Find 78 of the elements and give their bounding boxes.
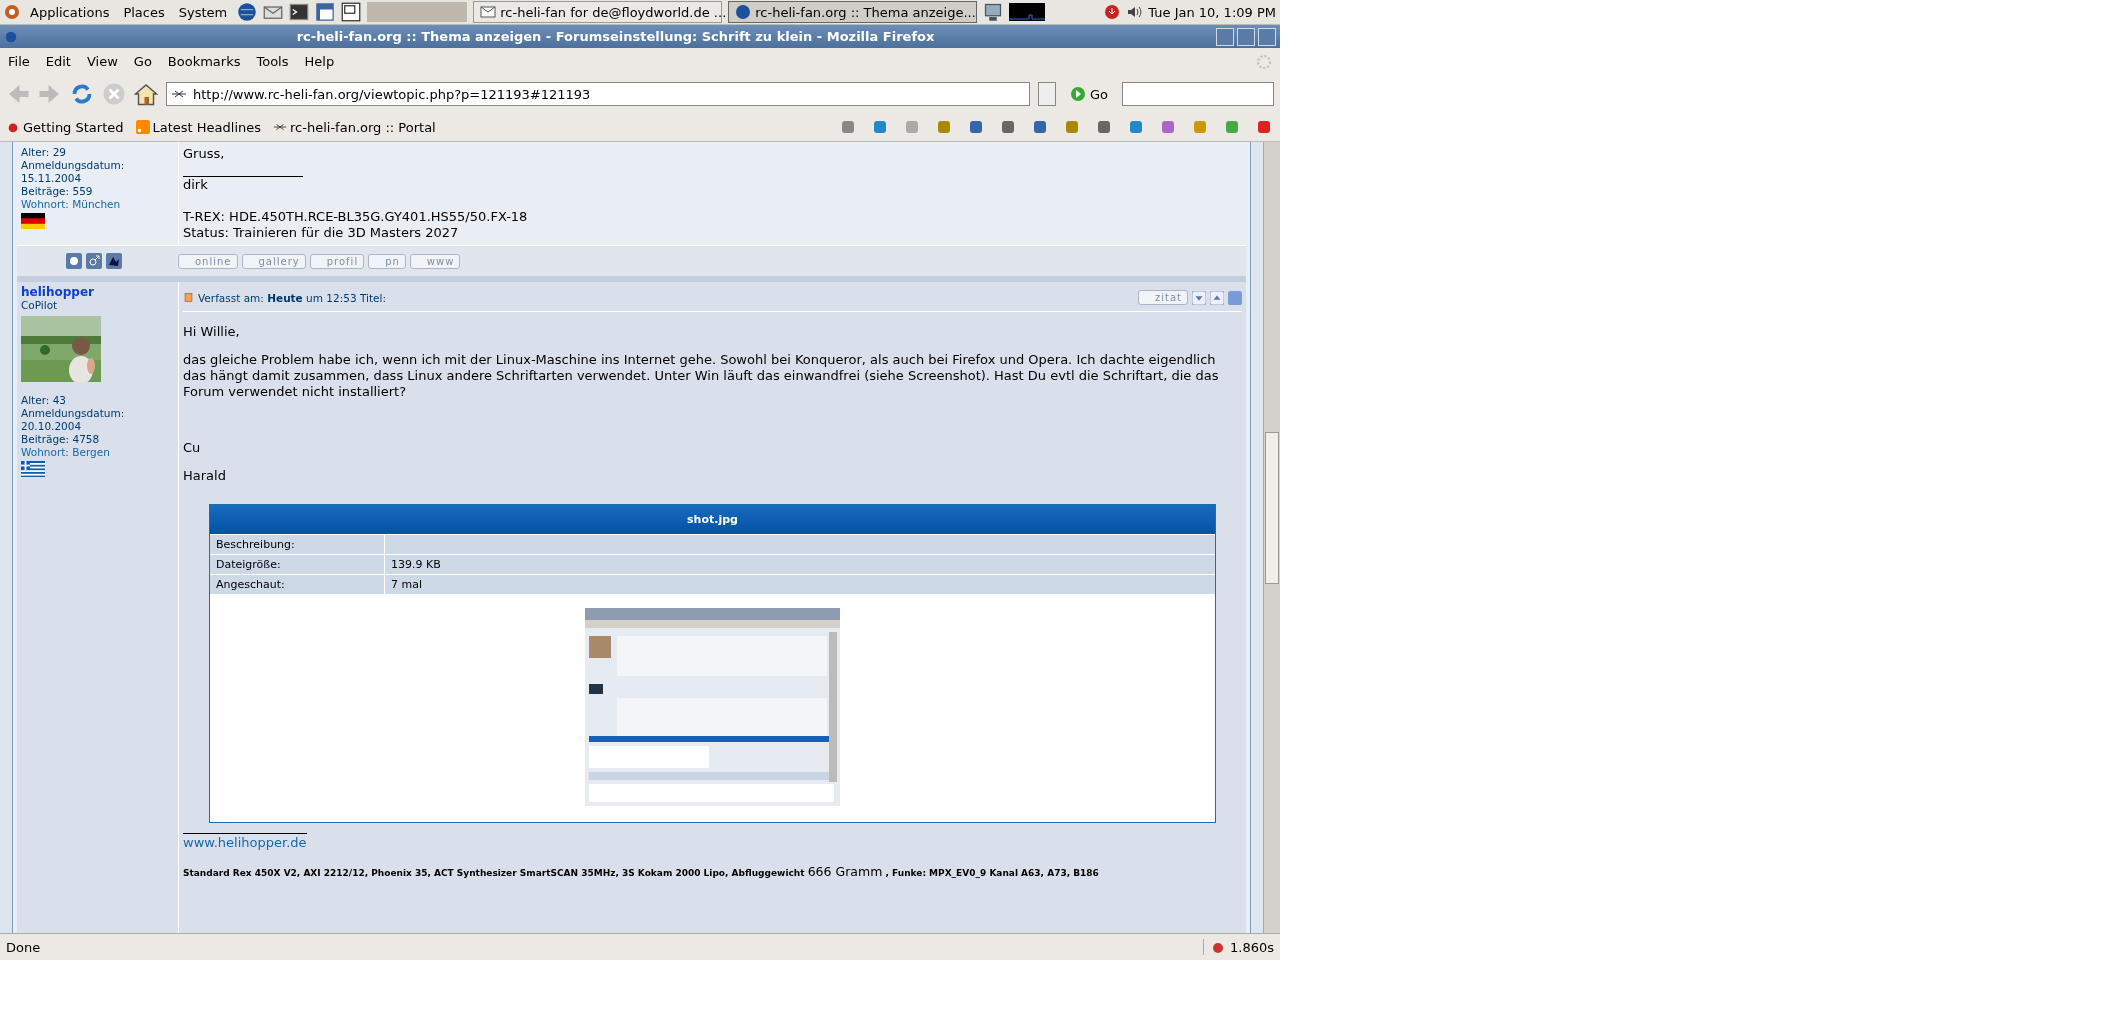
square-icon[interactable] xyxy=(1228,290,1242,305)
post-icon xyxy=(183,292,194,303)
menu-item[interactable]: Edit xyxy=(45,54,71,69)
user-location: Wohnort: München xyxy=(21,198,122,211)
go-button[interactable]: Go xyxy=(1063,85,1114,103)
menu-item[interactable]: File xyxy=(8,54,30,69)
signature-text: Standard Rex 450X V2, AXI 2212/12, Phoenix 35, ACT Synthesizer SmartSCAN 35MHz, 3S Kokam 2000 Lipo, Abfluggewicht 666 Gramm , Funke: MPX_EV0_9 Kanal A63, A73, B186 xyxy=(183,864,1100,879)
cpu-monitor-icon xyxy=(1009,3,1046,21)
go-icon xyxy=(1069,86,1086,102)
attachment-title: shot.jpg xyxy=(210,505,1215,534)
bookmark-link[interactable]: Latest Headlines xyxy=(135,119,262,135)
post-text: T-REX: HDE.450TH.RCE-BL35G.GY401.HS55/50.FX-18 xyxy=(183,209,529,225)
menu-item[interactable]: Go xyxy=(133,54,152,69)
menu-item[interactable]: View xyxy=(86,54,118,69)
down-icon[interactable] xyxy=(1192,290,1206,305)
search-field[interactable] xyxy=(1122,82,1274,106)
user-info: Beiträge: 4758 xyxy=(21,433,101,446)
load-time: 1.860s xyxy=(1230,939,1274,955)
panel-menu[interactable]: Applications xyxy=(26,4,114,20)
minimize-button[interactable] xyxy=(1216,27,1234,46)
workspace-icon[interactable] xyxy=(315,2,336,22)
username[interactable]: helihopper xyxy=(21,286,174,299)
user-icon[interactable] xyxy=(65,253,82,269)
terminal-icon[interactable] xyxy=(289,2,310,22)
status-text: Done xyxy=(6,939,42,955)
user-info: Anmeldungsdatum: xyxy=(21,159,126,172)
post-text: Cu xyxy=(183,440,202,456)
bookmark-link[interactable]: Getting Started xyxy=(6,119,124,135)
website-link[interactable]: www.helihopper.de xyxy=(183,833,307,850)
close-button[interactable] xyxy=(1258,27,1276,46)
home-icon[interactable] xyxy=(134,82,158,106)
address-field[interactable]: http://www.rc-heli-fan.org/viewtopic.php?p=121193#121193 xyxy=(166,82,1030,106)
globe-icon[interactable] xyxy=(237,2,258,22)
throbber-icon xyxy=(1256,53,1272,70)
menu-item[interactable]: Help xyxy=(304,54,335,69)
user-info: Anmeldungsdatum: xyxy=(21,407,126,420)
user-info: 15.11.2004 xyxy=(21,172,83,185)
post-header: Verfasst am: Heute um 12:53 Titel: xyxy=(198,291,387,304)
user-location: Wohnort: Bergen xyxy=(21,446,111,459)
attachment-label: Angeschaut: xyxy=(210,575,385,594)
attachment-value: 7 mal xyxy=(391,578,422,591)
rss-icon xyxy=(135,120,150,134)
workspace-icon[interactable] xyxy=(341,2,362,22)
globe-icon xyxy=(735,4,752,20)
window-title: rc-heli-fan.org :: Thema anzeigen - Forumseinstellung: Schrift zu klein - Mozilla Firefox xyxy=(295,29,936,44)
post-text: Status: Trainieren für die 3D Masters 2027 xyxy=(183,225,460,241)
bookmark-link[interactable]: rc-heli-fan.org :: Portal xyxy=(273,119,436,135)
panel-menu[interactable]: System xyxy=(174,4,232,20)
reload-icon[interactable] xyxy=(70,82,94,106)
post-text: Harald xyxy=(183,468,227,484)
user-rank: CoPilot xyxy=(21,299,59,312)
maximize-button[interactable] xyxy=(1237,27,1255,46)
taskbar-button[interactable]: rc-heli-fan.org :: Thema anzeige... xyxy=(728,1,978,23)
male-icon[interactable] xyxy=(85,253,102,269)
user-info: Alter: 29 xyxy=(21,146,68,159)
menu-item[interactable]: Tools xyxy=(256,54,289,69)
history-dropdown[interactable] xyxy=(1037,82,1056,106)
panel-menu[interactable]: Places xyxy=(119,4,169,20)
taskbar-button[interactable]: rc-heli-fan for de@floydworld.de ... xyxy=(473,1,723,23)
post-text: Hi Willie, xyxy=(183,324,241,340)
scrollbar[interactable] xyxy=(1263,142,1280,933)
user-info: Alter: 43 xyxy=(21,394,68,407)
volume-icon[interactable] xyxy=(1126,4,1143,20)
update-icon[interactable] xyxy=(1104,4,1121,20)
menu-item[interactable]: Bookmarks xyxy=(167,54,241,69)
clock[interactable]: Tue Jan 10, 1:09 PM xyxy=(1148,4,1276,20)
workspace-switcher[interactable] xyxy=(367,2,468,22)
user-info: 20.10.2004 xyxy=(21,420,83,433)
flag-icon xyxy=(21,461,45,477)
flag-icon xyxy=(21,213,45,229)
post-text: Gruss, xyxy=(183,146,226,162)
user-info: Beiträge: 559 xyxy=(21,185,94,198)
post-text: das gleiche Problem habe ich, wenn ich mit der Linux-Maschine ins Internet gehe. Sowohl bei Konqueror, als auch bei Firefox und Opera. Ich dachte eigendlich das hängt damit zusammen, dass Linux andere Schriftarten verwendet. Unter Win läuft das einwandfrei (siehe Screenshot). Hast Du evtl die Schriftart, die das Forum verwendet nicht installiert? xyxy=(183,352,1220,400)
up-icon[interactable] xyxy=(1210,290,1224,305)
network-icon[interactable] xyxy=(983,2,1004,22)
post-text: dirk xyxy=(183,177,209,193)
envelope-icon xyxy=(480,4,497,20)
attachment-value: 139.9 KB xyxy=(391,558,441,571)
